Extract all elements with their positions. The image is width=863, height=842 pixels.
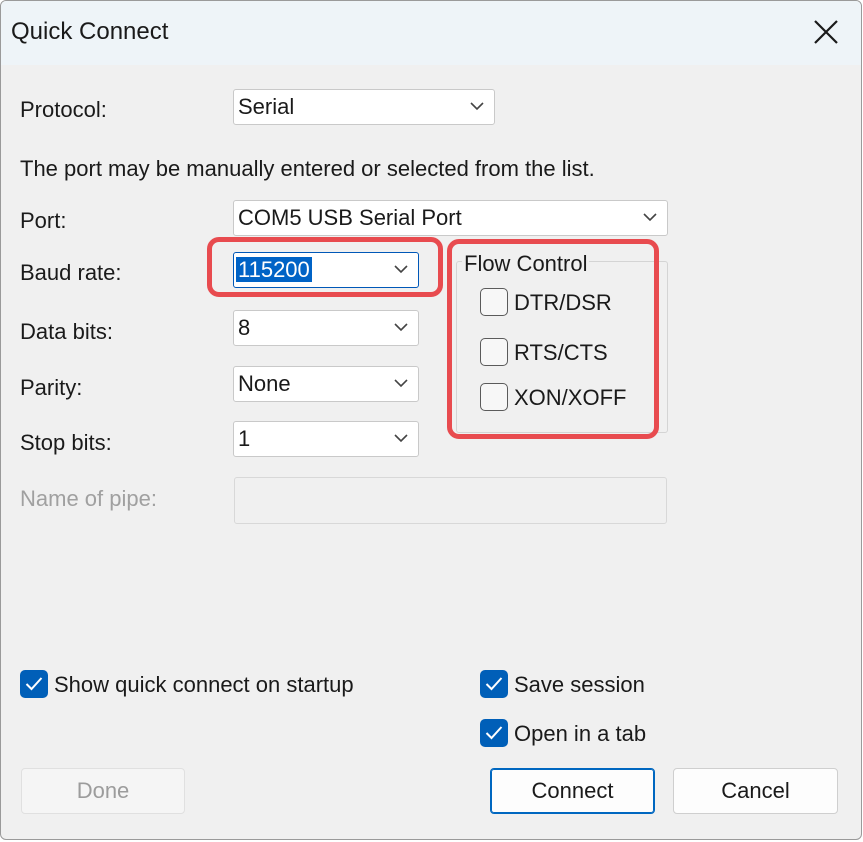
data-bits-value: 8 xyxy=(238,315,251,340)
data-bits-dropdown[interactable]: 8 xyxy=(233,310,419,346)
dtr-dsr-label[interactable]: DTR/DSR xyxy=(514,290,612,316)
save-session-label[interactable]: Save session xyxy=(514,672,645,698)
port-label: Port: xyxy=(20,208,67,233)
open-in-tab-label[interactable]: Open in a tab xyxy=(514,721,646,747)
window-title: Quick Connect xyxy=(11,18,169,45)
chevron-down-icon xyxy=(470,102,484,111)
pipe-name-label: Name of pipe: xyxy=(20,486,157,511)
baud-rate-label: Baud rate: xyxy=(20,260,122,285)
pipe-name-input xyxy=(234,477,667,524)
connect-button[interactable]: Connect xyxy=(490,768,655,814)
checkmark-icon xyxy=(25,677,43,691)
title-bar: Quick Connect xyxy=(1,1,861,65)
show-on-startup-label[interactable]: Show quick connect on startup xyxy=(54,672,354,698)
chevron-down-icon xyxy=(394,265,408,274)
close-button[interactable] xyxy=(805,13,847,53)
rts-cts-label[interactable]: RTS/CTS xyxy=(514,340,608,366)
chevron-down-icon xyxy=(394,323,408,332)
protocol-label: Protocol: xyxy=(20,97,107,122)
parity-value: None xyxy=(238,371,291,396)
open-in-tab-checkbox[interactable] xyxy=(480,719,508,747)
parity-label: Parity: xyxy=(20,375,83,400)
stop-bits-label: Stop bits: xyxy=(20,430,112,455)
show-on-startup-checkbox[interactable] xyxy=(20,670,48,698)
protocol-value: Serial xyxy=(238,94,295,119)
stop-bits-value: 1 xyxy=(238,426,251,451)
baud-rate-combobox[interactable]: 115200 xyxy=(233,252,419,288)
stop-bits-dropdown[interactable]: 1 xyxy=(233,421,419,457)
checkmark-icon xyxy=(485,726,503,740)
dtr-dsr-checkbox[interactable] xyxy=(480,288,508,316)
checkmark-icon xyxy=(485,677,503,691)
chevron-down-icon xyxy=(394,434,408,443)
data-bits-label: Data bits: xyxy=(20,319,113,344)
chevron-down-icon xyxy=(643,213,657,222)
baud-rate-value: 115200 xyxy=(236,257,312,282)
save-session-checkbox[interactable] xyxy=(480,670,508,698)
done-button[interactable]: Done xyxy=(21,768,185,814)
port-hint-text: The port may be manually entered or sele… xyxy=(20,156,595,181)
xon-xoff-checkbox[interactable] xyxy=(480,383,508,411)
chevron-down-icon xyxy=(394,379,408,388)
flow-control-title: Flow Control xyxy=(462,251,590,277)
xon-xoff-label[interactable]: XON/XOFF xyxy=(514,385,626,411)
protocol-dropdown[interactable]: Serial xyxy=(233,89,495,125)
port-value: COM5 USB Serial Port xyxy=(238,205,462,230)
cancel-button[interactable]: Cancel xyxy=(673,768,838,814)
close-icon xyxy=(814,20,838,44)
rts-cts-checkbox[interactable] xyxy=(480,338,508,366)
parity-dropdown[interactable]: None xyxy=(233,366,419,402)
port-combobox[interactable]: COM5 USB Serial Port xyxy=(233,200,668,236)
quick-connect-dialog: Quick Connect Protocol: Serial The port … xyxy=(0,0,862,840)
